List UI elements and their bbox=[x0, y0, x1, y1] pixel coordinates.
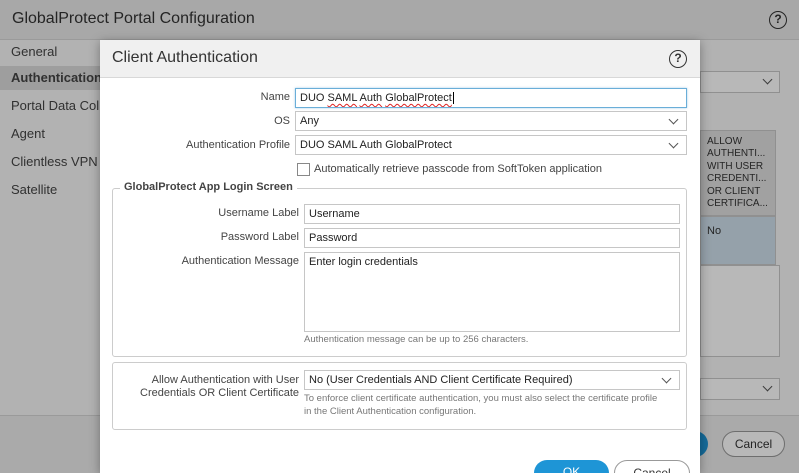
name-input[interactable]: DUO SAML Auth GlobalProtect bbox=[295, 88, 687, 108]
allow-auth-select[interactable]: No (User Credentials AND Client Certific… bbox=[304, 370, 680, 390]
help-icon[interactable]: ? bbox=[669, 50, 687, 68]
login-screen-group-title: GlobalProtect App Login Screen bbox=[120, 181, 297, 193]
dialog-header: Client Authentication ? bbox=[100, 40, 700, 78]
auth-profile-select[interactable]: DUO SAML Auth GlobalProtect bbox=[295, 135, 687, 155]
auth-message-hint: Authentication message can be up to 256 … bbox=[304, 334, 529, 345]
auth-message-textarea[interactable]: Enter login credentials bbox=[304, 252, 680, 332]
username-label-label: Username Label bbox=[218, 207, 299, 219]
client-authentication-dialog: Client Authentication ? Name DUO SAML Au… bbox=[100, 40, 700, 473]
os-label: OS bbox=[274, 115, 290, 127]
username-label-input[interactable]: Username bbox=[304, 204, 680, 224]
ok-button[interactable]: OK bbox=[534, 460, 609, 473]
password-label-label: Password Label bbox=[220, 231, 299, 243]
auto-retrieve-checkbox[interactable] bbox=[297, 163, 310, 176]
cancel-button[interactable]: Cancel bbox=[614, 460, 690, 473]
text-cursor bbox=[452, 92, 454, 105]
auth-profile-label: Authentication Profile bbox=[186, 139, 290, 151]
allow-auth-label: Allow Authentication with User Credentia… bbox=[140, 374, 299, 399]
name-label: Name bbox=[260, 91, 290, 103]
chevron-down-icon bbox=[661, 373, 672, 384]
chevron-down-icon bbox=[668, 138, 679, 149]
chevron-down-icon bbox=[668, 114, 679, 125]
dialog-title: Client Authentication bbox=[112, 49, 258, 66]
password-label-input[interactable]: Password bbox=[304, 228, 680, 248]
auto-retrieve-label: Automatically retrieve passcode from Sof… bbox=[314, 163, 602, 175]
auth-message-label: Authentication Message bbox=[181, 255, 299, 267]
os-select[interactable]: Any bbox=[295, 111, 687, 131]
allow-auth-hint: To enforce client certificate authentica… bbox=[304, 393, 658, 417]
